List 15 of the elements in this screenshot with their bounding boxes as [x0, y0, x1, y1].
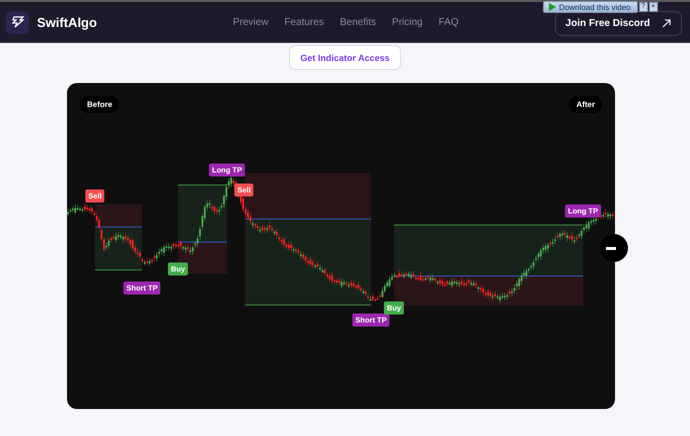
trade-zone — [94, 204, 142, 270]
indicator-access-button[interactable]: Get Indicator Access — [289, 45, 401, 70]
before-label: Before — [80, 96, 120, 113]
nav-link[interactable]: Preview — [232, 16, 268, 28]
nav-link[interactable]: Pricing — [392, 16, 423, 28]
after-label: After — [569, 96, 602, 113]
play-icon — [548, 3, 556, 11]
nav-link[interactable]: FAQ — [438, 16, 459, 28]
nav-link[interactable]: Features — [284, 16, 324, 28]
brand-name: SwiftAlgo — [37, 14, 97, 30]
nav-link[interactable]: Benefits — [340, 16, 376, 28]
download-video-button[interactable]: Download this video — [543, 1, 638, 13]
logo-icon[interactable] — [6, 10, 29, 34]
arrow-icon — [662, 18, 671, 28]
compare-handle[interactable] — [600, 234, 628, 262]
